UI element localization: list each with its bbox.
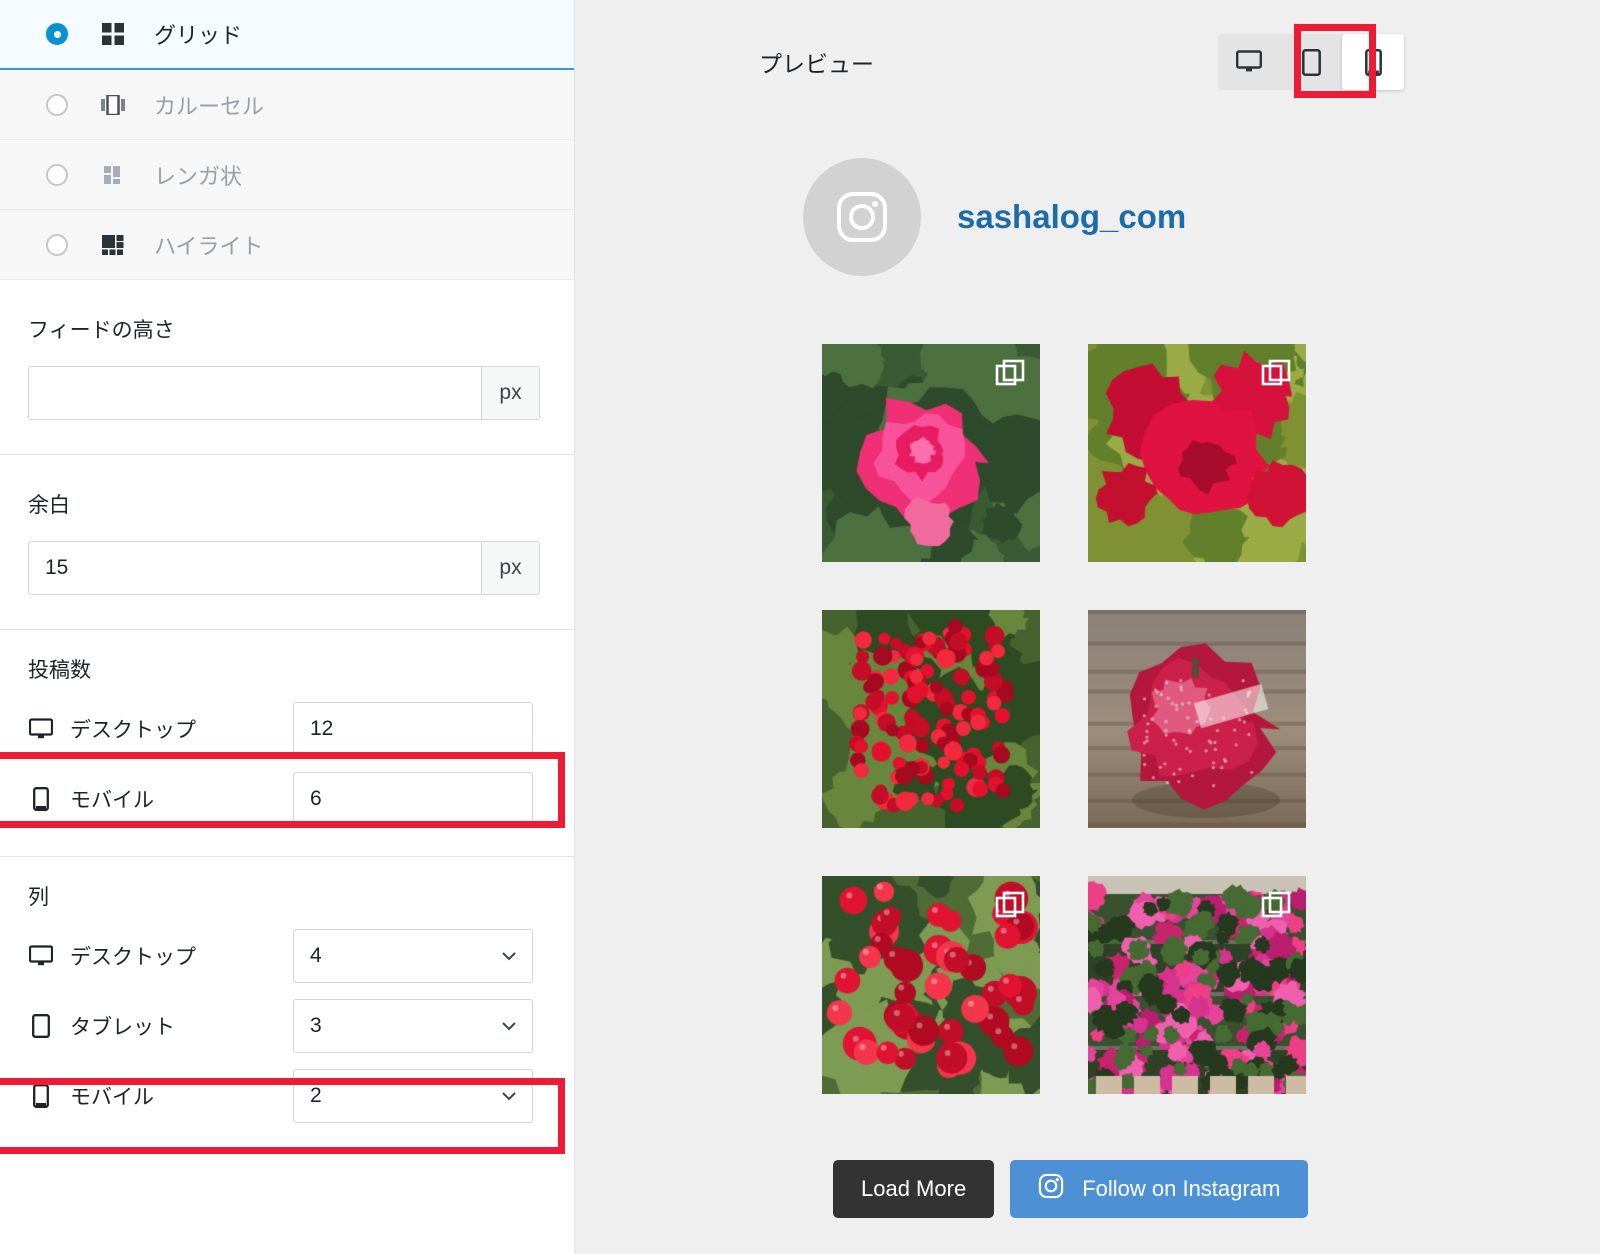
multi-post-icon — [1260, 890, 1292, 922]
post-image — [1088, 610, 1306, 828]
post-item[interactable] — [1088, 876, 1306, 1094]
follow-on-instagram-button[interactable]: Follow on Instagram — [1010, 1160, 1309, 1218]
layout-option-label: カルーセル — [154, 93, 265, 119]
settings-sidebar: グリッド カルーセル レンガ状 ハイライト フィードの高さ px 余白 15 p… — [0, 0, 575, 1254]
layout-option-label: レンガ状 — [154, 163, 243, 189]
mobile-icon — [28, 1084, 54, 1108]
feed-height-section: フィードの高さ px — [0, 280, 574, 455]
post-count-mobile-label: モバイル — [70, 789, 154, 812]
feed-height-input[interactable] — [29, 367, 481, 419]
preview-title: プレビュー — [759, 51, 874, 77]
layout-option-highlight[interactable]: ハイライト — [0, 210, 574, 280]
instagram-icon — [1038, 1173, 1064, 1205]
columns-mobile-label: モバイル — [70, 1086, 154, 1109]
layout-option-carousel[interactable]: カルーセル — [0, 70, 574, 140]
post-count-desktop-input[interactable]: 12 — [293, 702, 533, 756]
columns-tablet-value: 3 — [310, 1014, 322, 1037]
feed-height-input-wrap[interactable]: px — [28, 366, 540, 420]
post-count-row-mobile: モバイル 6 — [0, 764, 574, 834]
columns-desktop-label: デスクトップ — [70, 946, 196, 969]
load-more-button[interactable]: Load More — [833, 1160, 995, 1218]
layout-option-grid[interactable]: グリッド — [0, 0, 574, 70]
post-item[interactable] — [1088, 344, 1306, 562]
feed-action-buttons: Load More Follow on Instagram — [833, 1160, 1600, 1218]
post-count-section: 投稿数 デスクトップ 12 モバイル 6 — [0, 630, 574, 857]
layout-option-masonry[interactable]: レンガ状 — [0, 140, 574, 210]
padding-unit: px — [481, 542, 539, 594]
highlight-icon — [100, 232, 126, 258]
post-item[interactable] — [822, 876, 1040, 1094]
multi-post-icon — [994, 890, 1026, 922]
desktop-icon — [28, 945, 54, 967]
columns-title: 列 — [28, 886, 49, 909]
columns-row-desktop: デスクトップ 4 — [0, 921, 574, 991]
avatar — [803, 158, 921, 276]
follow-button-label: Follow on Instagram — [1082, 1176, 1281, 1201]
columns-tablet-label: タブレット — [70, 1016, 175, 1039]
padding-section: 余白 px — [0, 455, 574, 630]
post-item[interactable] — [1088, 610, 1306, 828]
carousel-icon — [100, 92, 126, 118]
padding-input[interactable] — [29, 542, 481, 594]
masonry-icon — [100, 162, 126, 188]
columns-tablet-select[interactable]: 3 — [293, 999, 533, 1053]
grid-icon — [100, 21, 126, 47]
columns-row-tablet: タブレット 3 — [0, 991, 574, 1061]
tablet-icon — [28, 1014, 54, 1038]
radio-masonry[interactable] — [46, 163, 68, 186]
layout-option-label: グリッド — [154, 23, 243, 48]
multi-post-icon — [994, 358, 1026, 390]
columns-row-mobile: モバイル 2 — [0, 1061, 574, 1131]
columns-desktop-select[interactable]: 4 — [293, 929, 533, 983]
padding-label: 余白 — [28, 494, 70, 517]
device-preview-toggle[interactable] — [1218, 34, 1404, 90]
desktop-icon — [28, 718, 54, 740]
columns-section: 列 デスクトップ 4 タブレット 3 モバイル 2 — [0, 857, 574, 1153]
columns-mobile-select[interactable]: 2 — [293, 1069, 533, 1123]
chevron-down-icon — [500, 1087, 518, 1105]
columns-mobile-value: 2 — [310, 1084, 322, 1107]
post-count-desktop-label: デスクトップ — [70, 719, 196, 742]
preview-panel: プレビュー sashalog_com Load More Follow on I… — [575, 0, 1600, 1254]
layout-options-list: グリッド カルーセル レンガ状 ハイライト — [0, 0, 574, 280]
padding-input-wrap[interactable]: px — [28, 541, 540, 595]
account-header: sashalog_com — [803, 158, 1600, 276]
radio-grid[interactable] — [46, 23, 68, 45]
post-count-title: 投稿数 — [28, 659, 91, 682]
columns-desktop-value: 4 — [310, 944, 322, 967]
layout-option-label: ハイライト — [154, 233, 264, 259]
preview-device-desktop[interactable] — [1218, 34, 1280, 90]
post-image — [822, 610, 1040, 828]
instagram-post-grid — [822, 344, 1306, 1094]
instagram-icon — [837, 192, 887, 242]
preview-header: プレビュー — [575, 0, 1600, 90]
post-item[interactable] — [822, 344, 1040, 562]
radio-carousel[interactable] — [46, 93, 68, 116]
preview-device-mobile[interactable] — [1342, 34, 1404, 90]
post-item[interactable] — [822, 610, 1040, 828]
instagram-feed-settings-screen: グリッド カルーセル レンガ状 ハイライト フィードの高さ px 余白 15 p… — [0, 0, 1600, 1254]
feed-height-label: フィードの高さ — [28, 319, 175, 342]
account-username[interactable]: sashalog_com — [957, 198, 1186, 236]
post-count-row-desktop: デスクトップ 12 — [0, 694, 574, 764]
chevron-down-icon — [500, 1017, 518, 1035]
mobile-icon — [28, 787, 54, 811]
chevron-down-icon — [500, 947, 518, 965]
preview-device-tablet[interactable] — [1280, 34, 1342, 90]
multi-post-icon — [1260, 358, 1292, 390]
radio-highlight[interactable] — [46, 233, 68, 256]
feed-height-unit: px — [481, 367, 539, 419]
post-count-mobile-input[interactable]: 6 — [293, 772, 533, 826]
